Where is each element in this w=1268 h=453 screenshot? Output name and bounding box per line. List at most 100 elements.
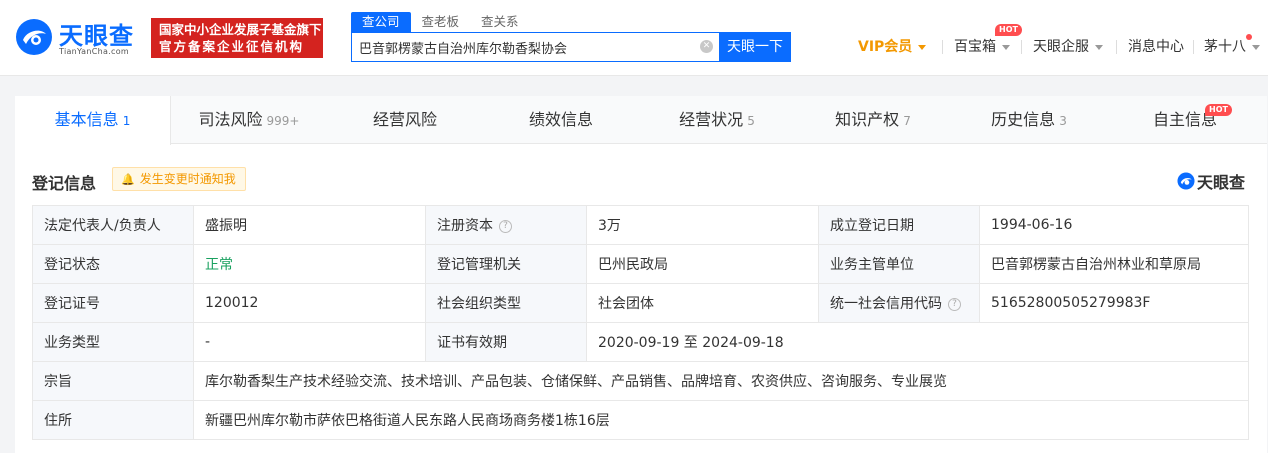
brand-text: 天眼查: [1196, 173, 1245, 192]
search-input[interactable]: [352, 33, 720, 61]
nav-treasure[interactable]: 百宝箱: [954, 36, 1010, 58]
table-row: 法定代表人/负责人 盛振明 注册资本? 3万 成立登记日期 1994-06-16: [32, 205, 1249, 245]
purpose-value: 库尔勒香梨生产技术经验交流、技术培训、产品包装、仓储保鲜、产品销售、品牌培育、农…: [193, 361, 1249, 401]
nav-vip[interactable]: VIP会员: [858, 36, 927, 58]
nav-messages[interactable]: 消息中心: [1128, 36, 1184, 58]
search-tab-company[interactable]: 查公司: [351, 12, 411, 32]
registration-table: 法定代表人/负责人 盛振明 注册资本? 3万 成立登记日期 1994-06-16…: [32, 205, 1249, 440]
tab-self-info[interactable]: 自主信息: [1107, 96, 1263, 144]
nav-divider: [1021, 40, 1022, 54]
official-badge[interactable]: 国家中小企业发展子基金旗下 官方备案企业征信机构: [151, 18, 323, 58]
top-header: 天眼查 TianYanCha.com 国家中小企业发展子基金旗下 官方备案企业征…: [0, 0, 1268, 76]
tab-label: 司法风险: [198, 110, 263, 129]
badge-line-2: 官方备案企业征信机构: [159, 39, 305, 54]
reg-capital-label-cell: 注册资本?: [425, 205, 587, 245]
logo-text: 天眼查: [59, 22, 134, 50]
nav-user-label: 茅十八: [1204, 39, 1246, 55]
search-tabs: 查公司 查老板 查关系: [351, 12, 530, 32]
credit-code-label: 统一社会信用代码: [830, 296, 942, 312]
reg-capital-value: 3万: [586, 205, 819, 245]
tab-performance[interactable]: 绩效信息: [483, 96, 639, 144]
badge-line-1: 国家中小企业发展子基金旗下: [159, 22, 322, 37]
table-row: 宗旨 库尔勒香梨生产技术经验交流、技术培训、产品包装、仓储保鲜、产品销售、品牌培…: [32, 361, 1249, 401]
tab-business-risk[interactable]: 经营风险: [327, 96, 483, 144]
table-row: 登记状态 正常 登记管理机关 巴州民政局 业务主管单位 巴音郭楞蒙古自治州林业和…: [32, 244, 1249, 284]
org-type-value: 社会团体: [586, 283, 819, 323]
authority-value: 巴州民政局: [586, 244, 819, 284]
nav-messages-label: 消息中心: [1128, 39, 1184, 55]
legal-rep-value[interactable]: 盛振明: [193, 205, 426, 245]
address-label: 住所: [32, 400, 194, 440]
nav-user[interactable]: 茅十八: [1204, 36, 1260, 58]
tab-operations[interactable]: 经营状况 5: [639, 96, 795, 144]
site-logo[interactable]: 天眼查 TianYanCha.com: [15, 16, 145, 64]
tab-label: 基本信息: [54, 110, 119, 129]
tab-legal-risk[interactable]: 司法风险 999+: [171, 96, 327, 144]
chevron-down-icon: [1252, 44, 1260, 50]
chevron-down-icon: [1002, 44, 1010, 50]
notify-change-button[interactable]: 🔔 发生变更时通知我: [112, 167, 246, 191]
chevron-down-icon: [1095, 44, 1103, 50]
tab-history[interactable]: 历史信息 3: [951, 96, 1107, 144]
supervisor-value: 巴音郭楞蒙古自治州林业和草原局: [979, 244, 1249, 284]
found-date-label: 成立登记日期: [818, 205, 980, 245]
validity-label: 证书有效期: [425, 322, 587, 362]
status-value: 正常: [193, 244, 426, 284]
help-icon[interactable]: ?: [948, 297, 961, 311]
notify-label: 发生变更时通知我: [139, 172, 236, 186]
main-card: 基本信息 1 司法风险 999+ 经营风险 绩效信息 经营状况 5 知识产权 7 历史信…: [15, 96, 1267, 453]
legal-rep-label: 法定代表人/负责人: [32, 205, 194, 245]
logo-domain: TianYanCha.com: [59, 47, 129, 56]
nav-vip-label: VIP会员: [858, 39, 913, 55]
nav-divider: [1116, 40, 1117, 54]
bell-icon: 🔔: [121, 173, 135, 186]
tab-label: 绩效信息: [528, 110, 593, 129]
validity-value: 2020-09-19 至 2024-09-18: [586, 322, 1249, 362]
tab-label: 经营风险: [372, 110, 437, 129]
hot-badge: HOT: [995, 24, 1022, 36]
search-tab-boss[interactable]: 查老板: [411, 12, 471, 32]
tab-count: 5: [747, 114, 755, 128]
hot-badge: HOT: [1205, 104, 1232, 116]
tab-count: 3: [1059, 114, 1067, 128]
clear-icon[interactable]: ✕: [700, 40, 713, 53]
supervisor-label: 业务主管单位: [818, 244, 980, 284]
search-box: ✕ 天眼一下: [351, 32, 791, 62]
tab-count: 999+: [266, 114, 300, 128]
table-row: 业务类型 - 证书有效期 2020-09-19 至 2024-09-18: [32, 322, 1249, 362]
search-tab-relation[interactable]: 查关系: [470, 12, 530, 32]
cert-no-value: 120012: [193, 283, 426, 323]
brand-watermark: 天眼查: [1177, 169, 1245, 193]
notification-dot: [1246, 34, 1252, 40]
table-row: 登记证号 120012 社会组织类型 社会团体 统一社会信用代码? 516528…: [32, 283, 1249, 323]
tab-label: 经营状况: [679, 110, 744, 129]
cert-no-label: 登记证号: [32, 283, 194, 323]
chevron-down-icon: [918, 44, 927, 50]
table-row: 住所 新疆巴州库尔勒市萨依巴格街道人民东路人民商场商务楼1栋16层: [32, 400, 1249, 440]
tab-basic-info[interactable]: 基本信息 1: [15, 96, 171, 145]
nav-divider: [942, 40, 943, 54]
detail-tabs: 基本信息 1 司法风险 999+ 经营风险 绩效信息 经营状况 5 知识产权 7 历史信…: [15, 96, 1267, 145]
tab-ip[interactable]: 知识产权 7: [795, 96, 951, 144]
purpose-label: 宗旨: [32, 361, 194, 401]
nav-treasure-label: 百宝箱: [954, 39, 996, 55]
tab-count: 1: [122, 114, 131, 128]
tab-label: 知识产权: [835, 110, 900, 129]
address-value: 新疆巴州库尔勒市萨依巴格街道人民东路人民商场商务楼1栋16层: [193, 400, 1249, 440]
org-type-label: 社会组织类型: [425, 283, 587, 323]
nav-divider: [1193, 40, 1194, 54]
credit-code-label-cell: 统一社会信用代码?: [818, 283, 980, 323]
biz-type-label: 业务类型: [32, 322, 194, 362]
help-icon[interactable]: ?: [499, 219, 512, 233]
authority-label: 登记管理机关: [425, 244, 587, 284]
reg-capital-label: 注册资本: [437, 218, 493, 234]
nav-enterprise[interactable]: 天眼企服: [1033, 36, 1103, 58]
nav-enterprise-label: 天眼企服: [1033, 39, 1089, 55]
search-button[interactable]: 天眼一下: [719, 32, 791, 62]
eye-logo-icon: [16, 19, 52, 55]
found-date-value: 1994-06-16: [979, 205, 1249, 245]
biz-type-value: -: [193, 322, 426, 362]
section-title: 登记信息: [32, 174, 97, 193]
eye-logo-icon: [1177, 172, 1195, 190]
tab-count: 7: [903, 114, 911, 128]
